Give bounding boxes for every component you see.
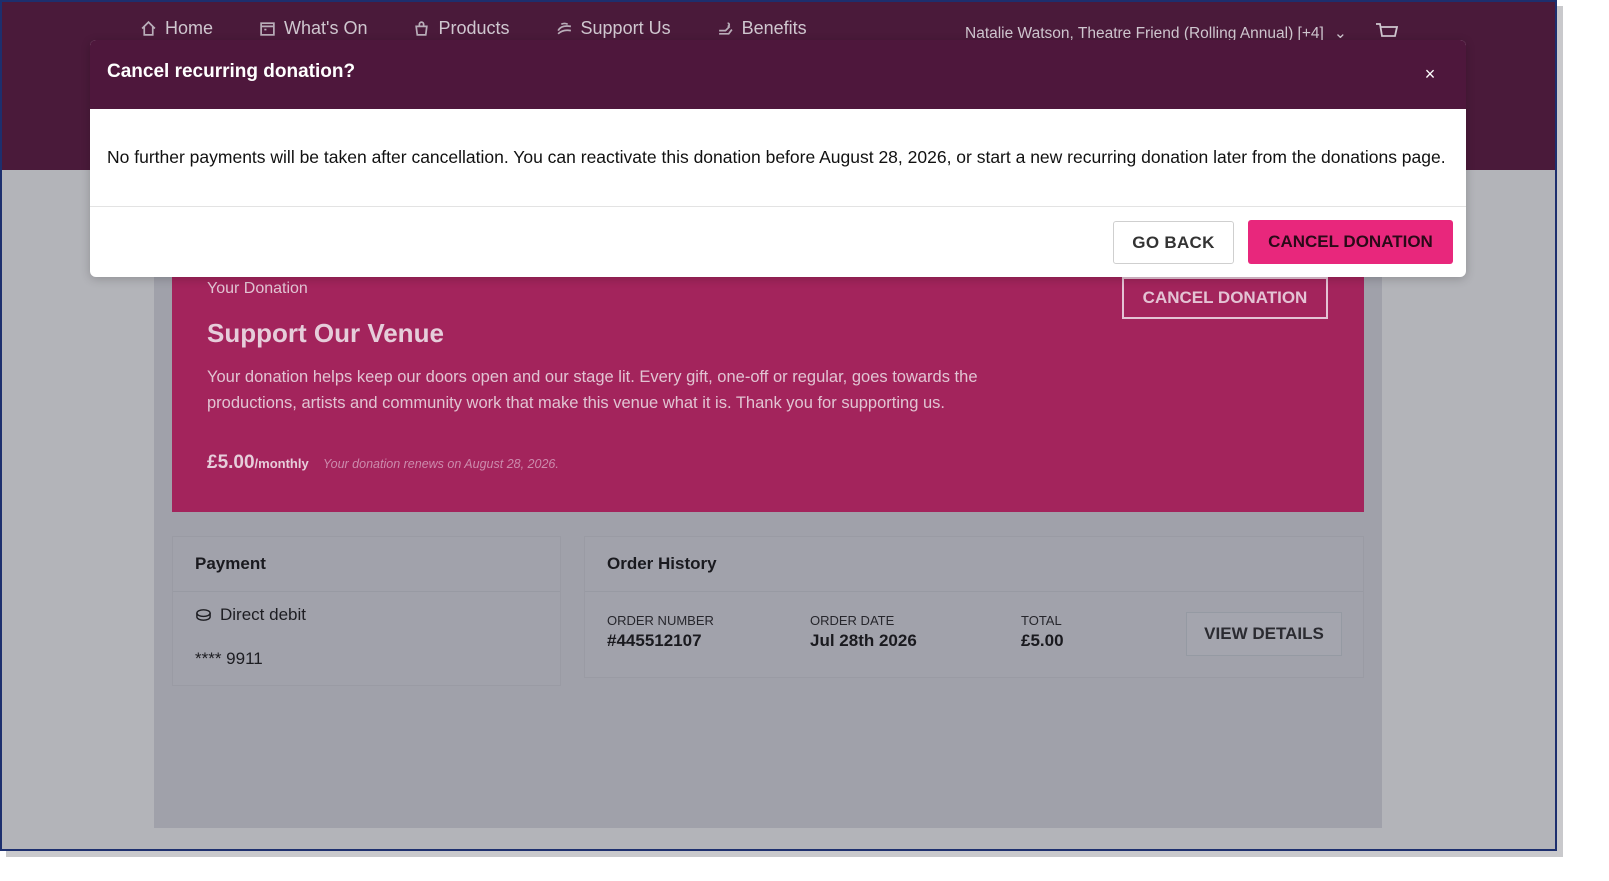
donation-card: Your Donation Support Our Venue Your don… xyxy=(172,270,1364,512)
coin-icon xyxy=(196,609,211,621)
amount-value: £5.00 xyxy=(207,452,255,473)
order-total-label: TOTAL xyxy=(1021,613,1062,628)
dialog-title: Cancel recurring donation? xyxy=(107,61,356,82)
nav-item-label: Support Us xyxy=(580,18,671,38)
payment-card-number: **** 9911 xyxy=(195,649,263,668)
payment-method: Direct debit xyxy=(195,605,306,625)
order-history-heading: Order History xyxy=(585,537,1363,592)
calendar-icon xyxy=(260,22,275,36)
window-shadow xyxy=(1557,6,1563,857)
nav-item-whats-on[interactable]: What's On xyxy=(259,18,367,39)
order-total-value: £5.00 xyxy=(1021,631,1064,650)
donation-amount: £5.00/monthly xyxy=(207,452,309,474)
nav-item-benefits[interactable]: Benefits xyxy=(717,18,807,39)
bag-icon xyxy=(415,21,429,36)
home-icon xyxy=(141,20,156,36)
nav-item-home[interactable]: Home xyxy=(140,18,213,39)
amount-frequency: /monthly xyxy=(254,456,309,471)
cart-icon xyxy=(1376,23,1399,37)
order-date: ORDER DATE Jul 28th 2026 xyxy=(810,613,917,651)
donation-title: Support Our Venue xyxy=(207,318,444,348)
gift-icon xyxy=(718,22,733,35)
browser-viewport: Home What's On Products Support Us Benef… xyxy=(0,0,1557,851)
payment-panel: Payment Direct debit **** 9911 xyxy=(172,536,561,686)
cancel-donation-dialog: Cancel recurring donation? × No further … xyxy=(90,40,1466,277)
dialog-header: Cancel recurring donation? × xyxy=(90,40,1466,109)
donation-description: Your donation helps keep our doors open … xyxy=(207,368,978,412)
order-total: TOTAL £5.00 xyxy=(1021,613,1064,651)
order-number: ORDER NUMBER #445512107 xyxy=(607,613,714,651)
hands-icon xyxy=(556,22,571,35)
nav-item-label: Benefits xyxy=(741,18,807,38)
nav-item-label: What's On xyxy=(284,18,368,38)
payment-heading: Payment xyxy=(173,537,560,592)
nav-item-label: Home xyxy=(165,18,214,38)
view-details-button[interactable]: VIEW DETAILS xyxy=(1186,612,1342,656)
confirm-cancel-donation-button[interactable]: CANCEL DONATION xyxy=(1248,220,1453,264)
order-history-panel: Order History ORDER NUMBER #445512107 OR… xyxy=(584,536,1364,678)
order-date-label: ORDER DATE xyxy=(810,613,895,628)
nav-item-products[interactable]: Products xyxy=(413,18,510,39)
nav-item-label: Products xyxy=(438,18,510,38)
order-date-value: Jul 28th 2026 xyxy=(810,631,917,650)
order-number-label: ORDER NUMBER xyxy=(607,613,714,628)
renewal-note: Your donation renews on August 28, 2026. xyxy=(323,457,559,471)
payment-method-label: Direct debit xyxy=(220,605,306,624)
donation-label: Your Donation xyxy=(207,280,308,297)
card-cancel-donation-button[interactable]: CANCEL DONATION xyxy=(1122,277,1328,319)
main-nav: Home What's On Products Support Us Benef… xyxy=(140,18,807,39)
go-back-button[interactable]: GO BACK xyxy=(1113,221,1234,264)
nav-item-support-us[interactable]: Support Us xyxy=(556,18,671,39)
close-icon[interactable]: × xyxy=(1414,58,1446,90)
dialog-message: No further payments will be taken after … xyxy=(107,147,1446,167)
dialog-divider xyxy=(90,206,1466,207)
window-shadow xyxy=(6,851,1563,857)
order-number-value: #445512107 xyxy=(607,631,702,650)
